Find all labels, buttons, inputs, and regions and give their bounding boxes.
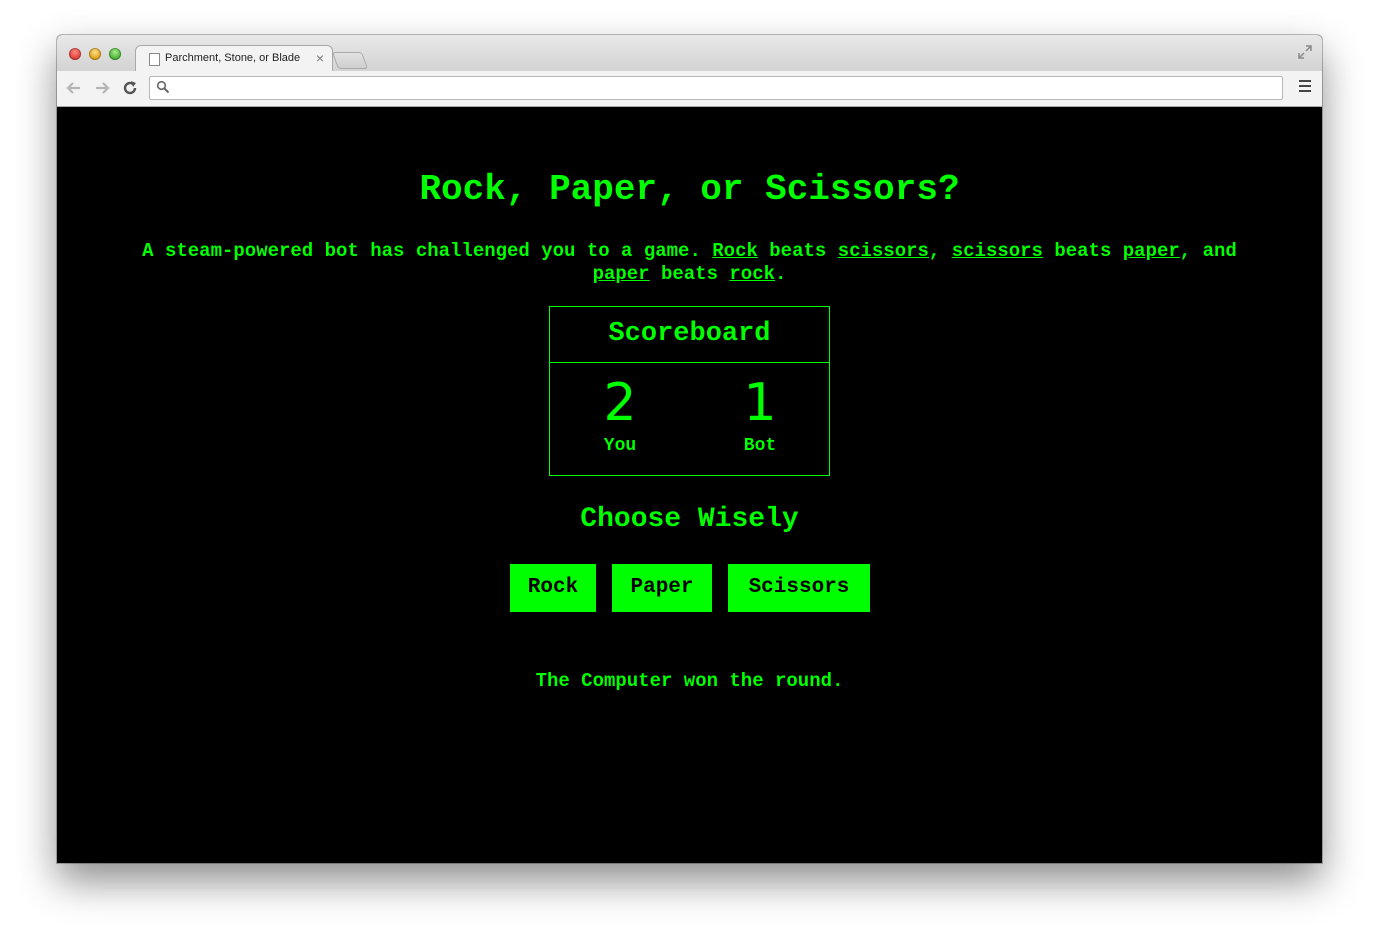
page-title: Rock, Paper, or Scissors?	[419, 169, 960, 210]
choose-heading: Choose Wisely	[580, 504, 799, 535]
back-arrow-icon[interactable]	[64, 78, 84, 98]
bot-score-value: 1	[743, 373, 777, 433]
rock-button[interactable]: Rock	[510, 564, 596, 612]
rock-link[interactable]: Rock	[712, 240, 758, 262]
tab-close-icon[interactable]: ×	[316, 50, 324, 66]
browser-toolbar	[57, 71, 1322, 107]
fullscreen-icon[interactable]	[1298, 45, 1312, 59]
bot-score-label: Bot	[743, 436, 777, 456]
new-tab-button[interactable]	[331, 52, 369, 69]
scissors-link[interactable]: scissors	[838, 240, 929, 262]
browser-window: Parchment, Stone, or Blade × Rock, Paper…	[57, 35, 1322, 863]
address-bar[interactable]	[149, 76, 1283, 100]
player-score-label: You	[603, 436, 637, 456]
reload-icon[interactable]	[120, 78, 140, 98]
menu-icon[interactable]	[1299, 80, 1311, 94]
intro-text-part: , and	[1179, 240, 1237, 262]
minimize-window-button[interactable]	[89, 48, 101, 60]
intro-text-part: beats	[757, 240, 838, 262]
page-icon	[149, 53, 160, 66]
scissors-button[interactable]: Scissors	[728, 564, 870, 612]
paper-link[interactable]: paper	[593, 263, 650, 285]
intro-text-part: A steam-powered bot has challenged you t…	[142, 240, 713, 262]
intro-text-part: beats	[649, 263, 730, 285]
bot-score: 1 Bot	[690, 363, 830, 457]
round-result: The Computer won the round.	[535, 670, 844, 692]
paper-button[interactable]: Paper	[612, 564, 712, 612]
close-window-button[interactable]	[69, 48, 81, 60]
player-score-value: 2	[603, 373, 637, 433]
browser-tab[interactable]: Parchment, Stone, or Blade ×	[135, 45, 333, 73]
choice-buttons: Rock Paper Scissors	[510, 564, 870, 612]
tab-title: Parchment, Stone, or Blade	[165, 52, 301, 64]
intro-text: A steam-powered bot has challenged you t…	[132, 240, 1247, 286]
intro-text-part: beats	[1042, 240, 1123, 262]
intro-text-part: .	[775, 263, 787, 285]
page-content: Rock, Paper, or Scissors? A steam-powere…	[57, 107, 1322, 863]
scoreboard-title: Scoreboard	[550, 307, 829, 363]
player-score: 2 You	[550, 363, 690, 457]
scoreboard: Scoreboard 2 You 1 Bot	[549, 306, 830, 476]
search-icon	[156, 80, 170, 97]
zoom-window-button[interactable]	[109, 48, 121, 60]
intro-text-part: ,	[928, 240, 952, 262]
title-bar: Parchment, Stone, or Blade ×	[57, 35, 1322, 73]
scissors-link[interactable]: scissors	[952, 240, 1043, 262]
rock-link[interactable]: rock	[729, 263, 775, 285]
paper-link[interactable]: paper	[1123, 240, 1180, 262]
forward-arrow-icon[interactable]	[92, 78, 112, 98]
